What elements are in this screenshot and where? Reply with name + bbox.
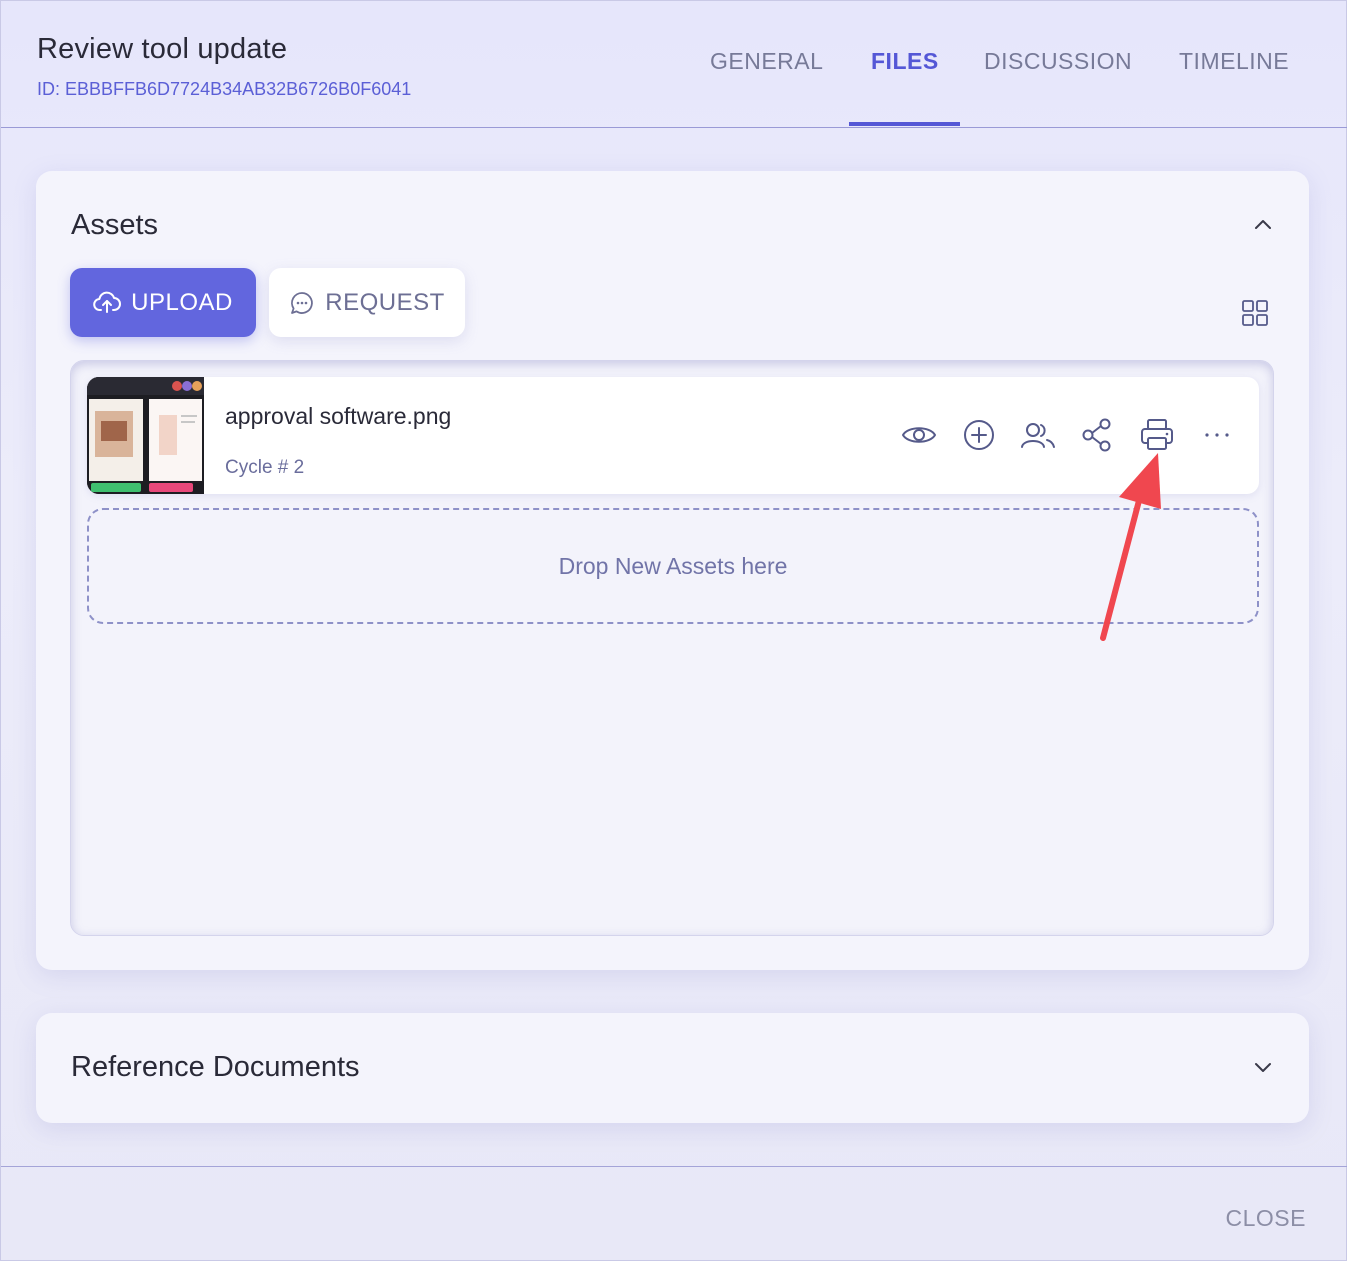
- item-id: ID: EBBBFFB6D7724B34AB32B6726B0F6041: [37, 79, 412, 99]
- review-modal: Review tool update ID: EBBBFFB6D7724B34A…: [0, 0, 1347, 1261]
- asset-filename[interactable]: approval software.png: [225, 403, 451, 430]
- request-label: REQUEST: [325, 288, 445, 316]
- asset-list: approval software.png Cycle # 2 Drop New…: [70, 360, 1274, 936]
- page-title: Review tool update: [37, 33, 288, 65]
- dropzone-label: Drop New Assets here: [558, 552, 788, 579]
- cloud-upload-icon: [93, 291, 122, 313]
- printer-icon[interactable]: [1139, 417, 1175, 453]
- asset-dropzone[interactable]: Drop New Assets here: [87, 508, 1259, 624]
- more-icon[interactable]: [1199, 417, 1235, 453]
- reference-title: Reference Documents: [71, 1051, 360, 1083]
- upload-button[interactable]: UPLOAD: [70, 268, 256, 337]
- plus-circle-icon[interactable]: [961, 417, 997, 453]
- tab-timeline[interactable]: TIMELINE: [1179, 48, 1289, 75]
- chevron-down-icon[interactable]: [1253, 1057, 1273, 1077]
- request-button[interactable]: REQUEST: [269, 268, 465, 337]
- modal-header: Review tool update ID: EBBBFFB6D7724B34A…: [1, 1, 1347, 128]
- share-icon[interactable]: [1079, 417, 1115, 453]
- users-icon[interactable]: [1020, 417, 1056, 453]
- asset-row[interactable]: approval software.png Cycle # 2: [87, 377, 1259, 494]
- eye-icon[interactable]: [901, 417, 937, 453]
- assets-title: Assets: [71, 209, 159, 241]
- active-tab-indicator: [849, 122, 960, 126]
- reference-documents-panel[interactable]: Reference Documents: [36, 1013, 1309, 1123]
- tab-general[interactable]: GENERAL: [710, 48, 823, 75]
- upload-label: UPLOAD: [131, 288, 233, 316]
- asset-thumbnail[interactable]: [87, 377, 204, 494]
- assets-panel: Assets UPLOAD REQUEST approval software.…: [36, 171, 1309, 970]
- modal-footer: CLOSE: [1, 1166, 1347, 1261]
- chat-bubble-icon: [291, 291, 314, 314]
- grid-view-icon[interactable]: [1241, 299, 1269, 327]
- chevron-up-icon[interactable]: [1253, 215, 1273, 235]
- asset-cycle: Cycle # 2: [225, 457, 305, 478]
- tab-discussion[interactable]: DISCUSSION: [984, 48, 1132, 75]
- close-button[interactable]: CLOSE: [1226, 1205, 1306, 1232]
- tab-files[interactable]: FILES: [871, 48, 939, 75]
